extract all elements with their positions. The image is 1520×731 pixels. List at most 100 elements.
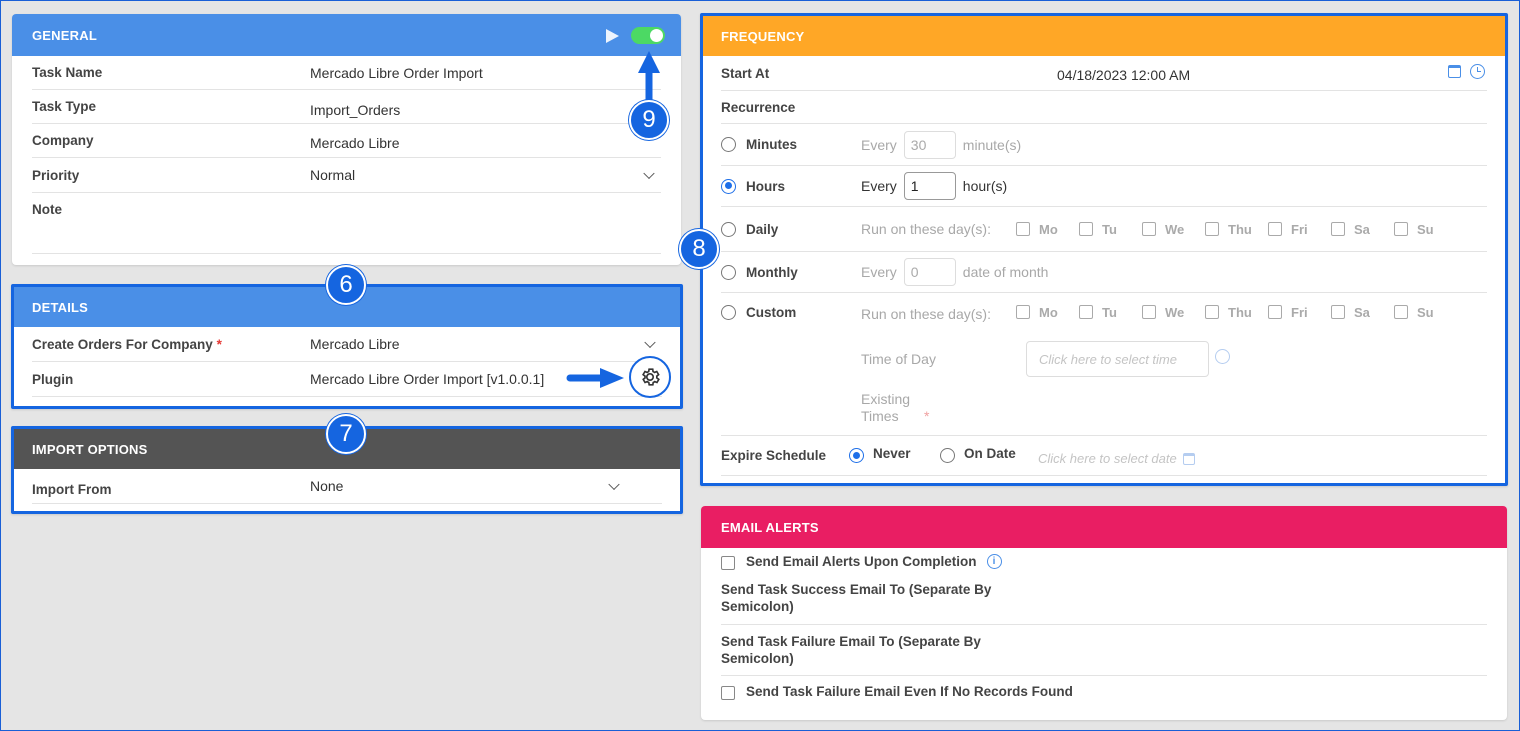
checkbox[interactable] [1394,305,1408,319]
no-records-checkbox[interactable] [721,686,735,700]
checkbox[interactable] [1079,222,1093,236]
minutes-row: Minutes Every 30 minute(s) [721,124,1487,166]
recurrence-label: Recurrence [721,99,796,115]
daily-day-we[interactable]: We [1142,222,1205,237]
checkbox[interactable] [1331,305,1345,319]
plugin-value[interactable]: Mercado Libre Order Import [v1.0.0.1] [310,371,544,387]
info-icon[interactable]: i [986,553,1002,569]
custom-day-fri[interactable]: Fri [1268,305,1331,320]
enable-toggle[interactable] [631,27,665,44]
time-input[interactable]: Click here to select time [1026,341,1209,377]
checkbox[interactable] [1079,305,1093,319]
daily-day-su[interactable]: Su [1394,222,1457,237]
task-name-label: Task Name [32,65,103,80]
checkbox[interactable] [1142,222,1156,236]
clock-icon[interactable] [1215,348,1230,364]
task-type-row: Task Type Import_Orders [32,90,661,124]
custom-day-we[interactable]: We [1142,305,1205,320]
import-from-row[interactable]: Import From None [32,469,662,504]
chevron-down-icon[interactable] [643,167,655,180]
callout-badge-9: 9 [629,100,669,140]
monthly-radio[interactable] [721,264,736,280]
time-of-day-line: Time of Day Click here to select time [721,335,1487,383]
company-label: Company [32,133,94,148]
monthly-every: Every [861,264,897,280]
monthly-input[interactable]: 0 [903,258,956,286]
create-orders-company-row[interactable]: Create Orders For Company * Mercado Libr… [32,327,662,362]
custom-day-mo[interactable]: Mo [1016,305,1079,320]
on-date-label: On Date [964,446,1016,461]
never-label: Never [873,446,911,461]
daily-day-thu[interactable]: Thu [1205,222,1268,237]
general-header: GENERAL [12,14,681,56]
checkbox[interactable] [1142,305,1156,319]
daily-label: Daily [746,221,779,237]
chevron-down-icon[interactable] [608,478,620,491]
frequency-header: FREQUENCY [703,16,1505,56]
priority-row[interactable]: Priority Normal [32,158,661,193]
daily-day-tu[interactable]: Tu [1079,222,1142,237]
run-icon[interactable] [606,29,619,43]
checkbox[interactable] [1205,222,1219,236]
custom-radio[interactable] [721,304,736,320]
company-value: Mercado Libre [310,134,400,151]
daily-day-mo[interactable]: Mo [1016,222,1079,237]
email-alerts-card: EMAIL ALERTS Send Email Alerts Upon Comp… [701,506,1507,720]
email-alerts-header: EMAIL ALERTS [701,506,1507,548]
on-date-radio[interactable] [940,448,955,463]
checkbox[interactable] [1331,222,1345,236]
never-radio[interactable] [849,448,864,463]
create-orders-company-value[interactable]: Mercado Libre [310,336,400,352]
note-label: Note [32,202,62,217]
callout-badge-8: 8 [679,229,719,269]
priority-value[interactable]: Normal [310,167,355,183]
checkbox[interactable] [1394,222,1408,236]
failure-email-row[interactable]: Send Task Failure Email To (Separate By … [721,625,1487,676]
hours-radio[interactable] [721,178,736,194]
arrow-to-gear [566,368,624,388]
completion-label: Send Email Alerts Upon Completion [746,553,977,569]
email-alerts-title: EMAIL ALERTS [721,519,819,535]
custom-day-thu[interactable]: Thu [1205,305,1268,320]
custom-day-tu[interactable]: Tu [1079,305,1142,320]
clock-icon[interactable] [1470,64,1485,79]
checkbox[interactable] [1268,222,1282,236]
custom-day-sa[interactable]: Sa [1331,305,1394,320]
completion-checkbox[interactable] [721,556,735,570]
date-input[interactable]: Click here to select date [1038,451,1195,466]
chevron-down-icon[interactable] [644,336,656,349]
checkbox[interactable] [1016,222,1030,236]
success-email-row[interactable]: Send Task Success Email To (Separate By … [721,579,1487,625]
minutes-suffix: minute(s) [962,136,1022,153]
minutes-input[interactable]: 30 [903,130,956,159]
task-name-value[interactable]: Mercado Libre Order Import [310,65,483,81]
expire-label: Expire Schedule [721,448,827,463]
callout-badge-7: 7 [326,414,366,454]
import-options-title: IMPORT OPTIONS [32,441,148,457]
checkbox[interactable] [1205,305,1219,319]
checkbox[interactable] [1268,305,1282,319]
custom-day-su[interactable]: Su [1394,305,1457,320]
details-title: DETAILS [32,299,89,315]
monthly-suffix: date of month [962,264,1049,280]
hours-input[interactable]: 1 [903,172,956,200]
general-title: GENERAL [32,27,97,43]
expire-row: Expire Schedule Never On Date Click here… [721,436,1487,476]
minutes-radio[interactable] [721,137,736,152]
custom-prefix: Run on these day(s): [861,306,991,322]
company-row: Company Mercado Libre [32,124,661,158]
no-records-label: Send Task Failure Email Even If No Recor… [746,683,1073,699]
daily-radio[interactable] [721,221,736,237]
start-at-value[interactable]: 04/18/2023 12:00 AM [1057,67,1190,83]
recurrence-row: Recurrence [721,91,1487,124]
calendar-icon[interactable] [1182,452,1195,465]
start-at-row: Start At 04/18/2023 12:00 AM [721,56,1487,91]
daily-day-sa[interactable]: Sa [1331,222,1394,237]
plugin-label: Plugin [32,371,74,387]
daily-day-fri[interactable]: Fri [1268,222,1331,237]
hours-suffix: hour(s) [962,178,1008,194]
checkbox[interactable] [1016,305,1030,319]
minutes-every: Every [861,136,897,153]
calendar-icon[interactable] [1448,65,1461,78]
import-from-value[interactable]: None [310,478,343,494]
